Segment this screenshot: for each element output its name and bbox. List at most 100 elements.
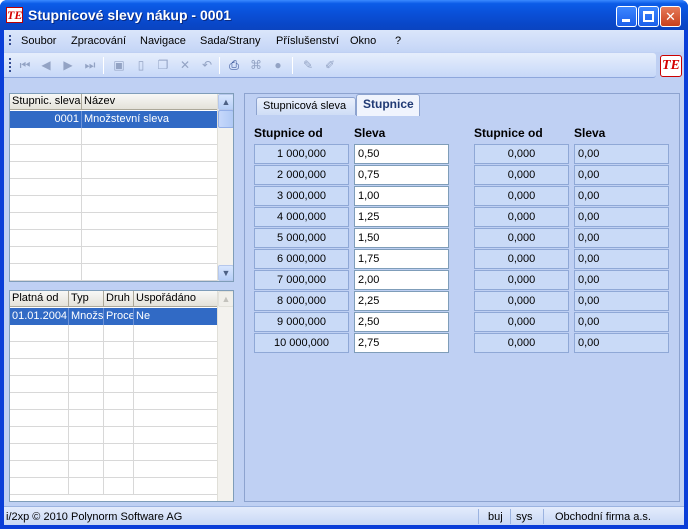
empty-cell — [10, 264, 82, 281]
empty-cell — [10, 359, 69, 376]
empty-cell — [134, 461, 218, 478]
table-row[interactable]: 01.01.2004 Množs Proce Ne — [10, 308, 218, 325]
empty-cell — [10, 128, 82, 145]
edit-icon[interactable]: ✎ — [300, 57, 316, 73]
col-header-name[interactable]: Název — [82, 94, 218, 110]
status-separator — [478, 509, 479, 524]
structure-icon[interactable]: ⌘ — [248, 57, 264, 73]
scale-from-cell: 0,000 — [474, 165, 569, 185]
discount-input[interactable]: 2,50 — [354, 312, 449, 332]
undo-icon[interactable]: ↶ — [199, 57, 215, 73]
empty-row[interactable] — [10, 196, 218, 213]
discount-cell: 0,00 — [574, 186, 669, 206]
menu-zpracovani[interactable]: Zpracování — [71, 35, 126, 47]
empty-row[interactable] — [10, 213, 218, 230]
first-record-icon[interactable]: ⏮ — [17, 57, 33, 73]
scroll-thumb[interactable] — [218, 110, 233, 128]
col-header-arranged[interactable]: Uspořádáno — [134, 291, 218, 307]
discount-cell: 0,00 — [574, 207, 669, 227]
empty-row[interactable] — [10, 128, 218, 145]
empty-cell — [10, 325, 69, 342]
new-icon[interactable]: ▯ — [133, 57, 149, 73]
copy-icon[interactable]: ❐ — [155, 57, 171, 73]
empty-row[interactable] — [10, 359, 218, 376]
maximize-button[interactable] — [638, 6, 659, 27]
discount-input[interactable]: 0,75 — [354, 165, 449, 185]
clear-icon[interactable]: ✐ — [322, 57, 338, 73]
empty-row[interactable] — [10, 461, 218, 478]
col-header-code[interactable]: Stupnic. sleva — [10, 94, 82, 110]
empty-row[interactable] — [10, 247, 218, 264]
toolbar-separator — [103, 57, 104, 74]
menu-help[interactable]: ? — [395, 35, 401, 47]
scale-from-cell: 0,000 — [474, 333, 569, 353]
menu-navigace[interactable]: Navigace — [140, 35, 186, 47]
title-bar[interactable]: TE Stupnicové slevy nákup - 0001 ✕ — [0, 0, 688, 30]
scale-from-cell: 6 000,000 — [254, 249, 349, 269]
close-button[interactable]: ✕ — [660, 6, 681, 27]
empty-cell — [10, 213, 82, 230]
col-header-type[interactable]: Typ — [69, 291, 104, 307]
menu-sada-strany[interactable]: Sada/Strany — [200, 35, 261, 47]
empty-cell — [134, 410, 218, 427]
delete-icon[interactable]: ✕ — [177, 57, 193, 73]
empty-row[interactable] — [10, 162, 218, 179]
menu-prislusenstvi[interactable]: Příslušenství — [276, 35, 339, 47]
empty-row[interactable] — [10, 342, 218, 359]
vertical-scrollbar[interactable]: ▲ ▼ — [217, 94, 233, 281]
next-record-icon[interactable]: ▶ — [60, 57, 76, 73]
app-logo-icon[interactable]: TE — [6, 7, 23, 23]
empty-cell — [104, 342, 134, 359]
previous-record-icon[interactable]: ◀ — [38, 57, 54, 73]
maximize-icon — [643, 11, 654, 22]
menu-okno[interactable]: Okno — [350, 35, 376, 47]
table-row[interactable]: 0001 Množstevní sleva — [10, 111, 218, 128]
tab-stupnicova-sleva[interactable]: Stupnicová sleva — [256, 97, 356, 115]
menu-grip-icon[interactable] — [9, 35, 11, 47]
empty-row[interactable] — [10, 264, 218, 281]
menu-soubor[interactable]: Soubor — [21, 35, 56, 47]
discount-input[interactable]: 1,75 — [354, 249, 449, 269]
discount-input[interactable]: 0,50 — [354, 144, 449, 164]
vertical-scrollbar[interactable]: ▲ — [217, 291, 233, 501]
col-header-valid-from[interactable]: Platná od — [10, 291, 69, 307]
discount-input[interactable]: 2,25 — [354, 291, 449, 311]
empty-row[interactable] — [10, 179, 218, 196]
empty-row[interactable] — [10, 230, 218, 247]
empty-row[interactable] — [10, 376, 218, 393]
empty-cell — [104, 376, 134, 393]
empty-cell — [82, 179, 218, 196]
empty-cell — [134, 444, 218, 461]
discount-input[interactable]: 1,50 — [354, 228, 449, 248]
scroll-up-icon[interactable]: ▲ — [218, 291, 233, 307]
empty-cell — [104, 393, 134, 410]
print-icon[interactable]: ⎙ — [226, 57, 242, 73]
empty-row[interactable] — [10, 427, 218, 444]
empty-cell — [10, 145, 82, 162]
scale-from-cell: 0,000 — [474, 312, 569, 332]
toolbar-grip-icon[interactable] — [9, 58, 11, 74]
empty-row[interactable] — [10, 325, 218, 342]
empty-row[interactable] — [10, 478, 218, 495]
discount-input[interactable]: 2,00 — [354, 270, 449, 290]
empty-row[interactable] — [10, 410, 218, 427]
discount-input[interactable]: 2,75 — [354, 333, 449, 353]
empty-cell — [104, 427, 134, 444]
stop-icon[interactable]: ● — [270, 57, 286, 73]
minimize-button[interactable] — [616, 6, 637, 27]
empty-cell — [10, 179, 82, 196]
tab-stupnice[interactable]: Stupnice — [356, 94, 420, 116]
scroll-down-icon[interactable]: ▼ — [218, 265, 233, 281]
col-header-kind[interactable]: Druh — [104, 291, 134, 307]
last-record-icon[interactable]: ⏭ — [82, 57, 98, 73]
empty-cell — [10, 230, 82, 247]
empty-row[interactable] — [10, 393, 218, 410]
discount-input[interactable]: 1,00 — [354, 186, 449, 206]
discount-input[interactable]: 1,25 — [354, 207, 449, 227]
save-icon[interactable]: ▣ — [111, 57, 127, 73]
empty-cell — [134, 325, 218, 342]
scroll-up-icon[interactable]: ▲ — [218, 94, 233, 110]
empty-cell — [10, 478, 69, 495]
empty-row[interactable] — [10, 444, 218, 461]
empty-row[interactable] — [10, 145, 218, 162]
